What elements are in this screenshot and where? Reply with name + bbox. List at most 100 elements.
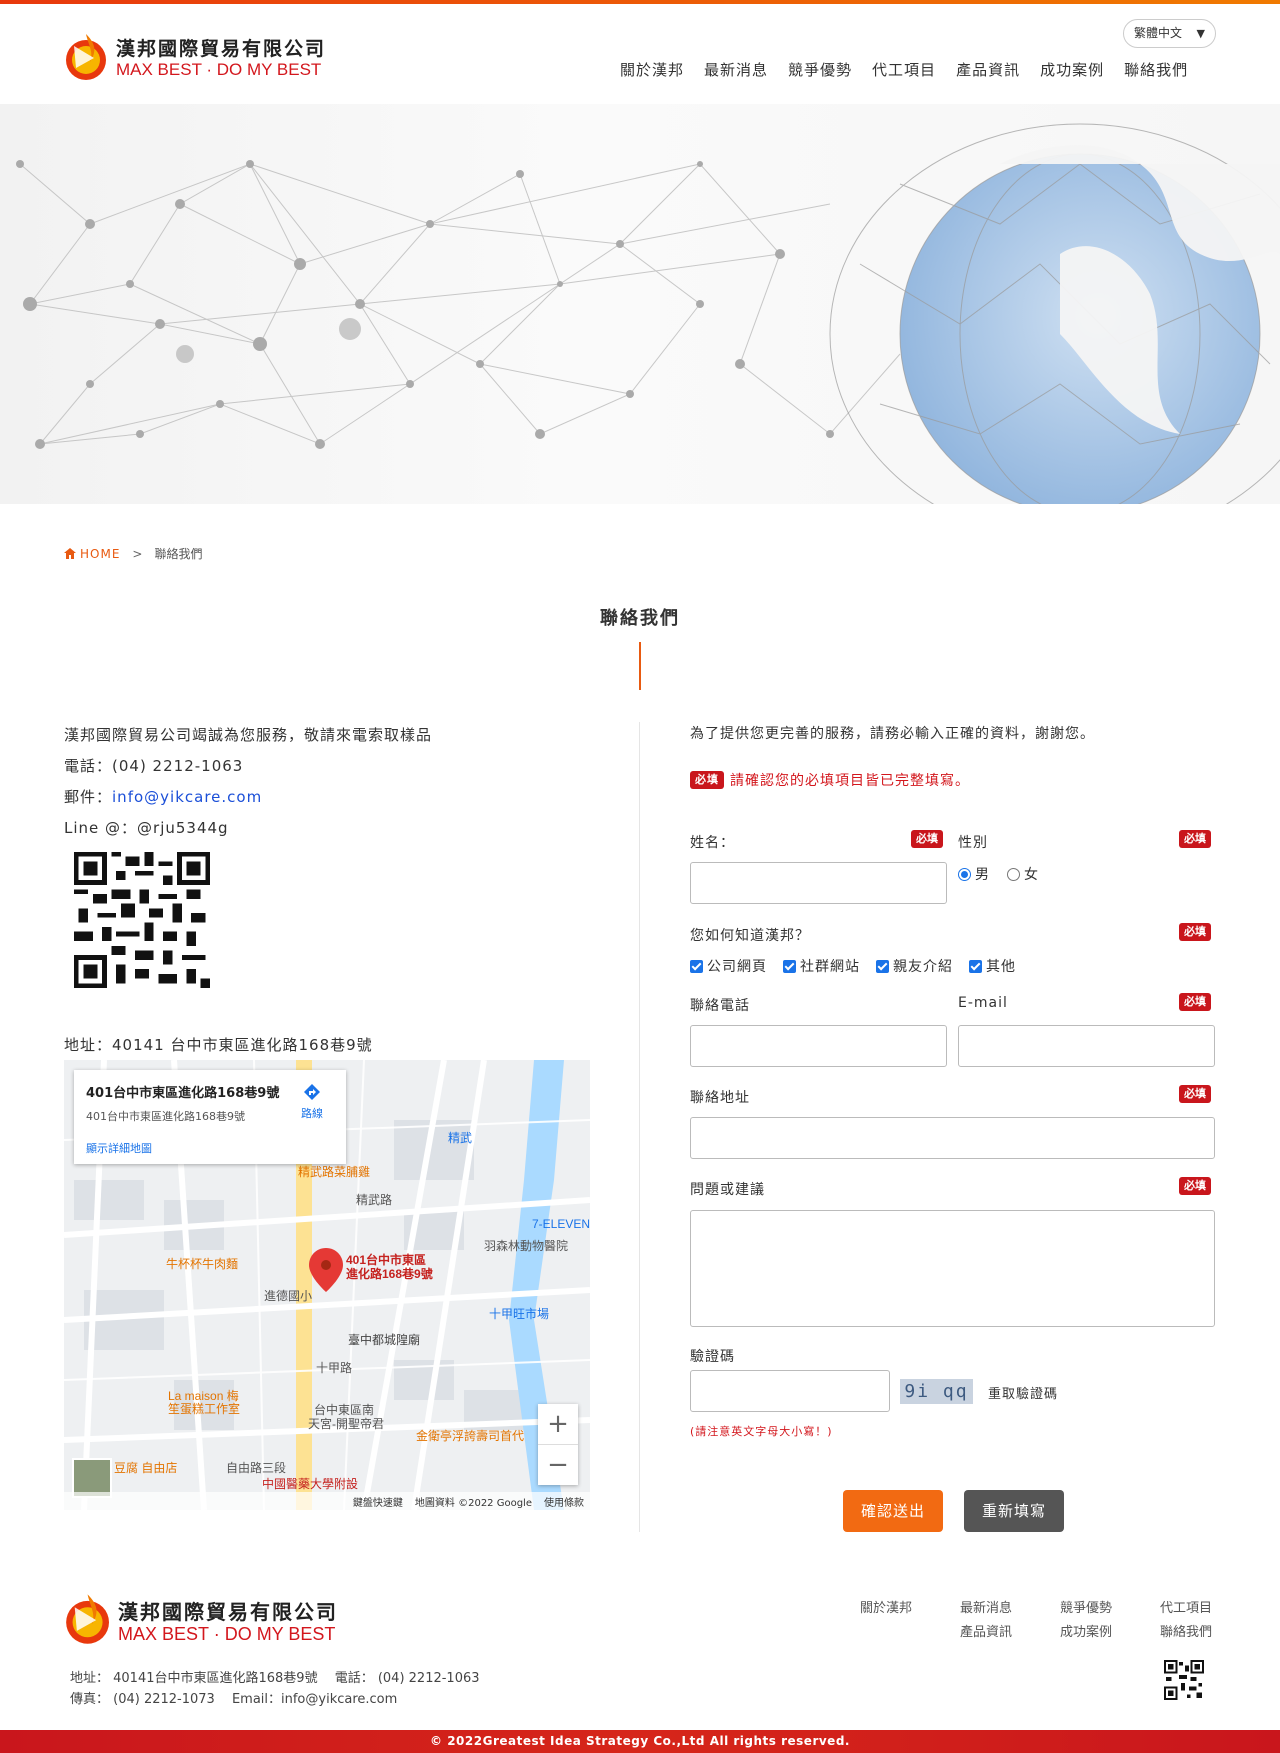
map-directions-button[interactable]: 路線 bbox=[292, 1082, 332, 1121]
captcha-label: 驗證碼 bbox=[690, 1349, 735, 1365]
source-other-label: 其他 bbox=[986, 959, 1016, 975]
footer-contact-info: 地址： 40141台中市東區進化路168巷9號 電話： (04) 2212-10… bbox=[70, 1668, 480, 1710]
address-input[interactable] bbox=[690, 1117, 1215, 1159]
language-label: 繁體中文 bbox=[1134, 26, 1183, 40]
footer-fax-line: 傳真： (04) 2212-1073 Email：info@yikcare.co… bbox=[70, 1692, 398, 1707]
nav-item-contact[interactable]: 聯絡我們 bbox=[1124, 59, 1188, 80]
footer-nav-contact[interactable]: 聯絡我們 bbox=[1160, 1621, 1220, 1640]
google-map[interactable]: 401台中市東區 進化路168巷9號 精武路菜脯雞 精武路 精武 牛杯杯牛肉麵 … bbox=[64, 1060, 590, 1510]
gender-radio-group: 男 女 bbox=[958, 864, 1038, 884]
map-place-card: 401台中市東區進化路168巷9號 401台中市東區進化路168巷9號 顯示詳細… bbox=[74, 1070, 346, 1164]
zoom-out-button[interactable]: − bbox=[538, 1445, 578, 1485]
nav-item-products[interactable]: 產品資訊 bbox=[956, 59, 1020, 80]
source-checkbox-group: 公司網頁 社群網站 親友介紹 其他 bbox=[690, 956, 1016, 976]
contact-phone: 電話：(04) 2212-1063 bbox=[64, 757, 244, 775]
required-note: 必填 請確認您的必填項目皆已完整填寫。 bbox=[690, 770, 970, 790]
site-logo[interactable]: 漢邦國際貿易有限公司 MAX BEST · DO MY BEST bbox=[64, 28, 334, 86]
footer-nav-news[interactable]: 最新消息 bbox=[960, 1597, 1060, 1616]
checkbox-website[interactable] bbox=[690, 959, 703, 973]
footer-nav-spacer bbox=[860, 1621, 960, 1639]
map-shortcuts-link[interactable]: 鍵盤快速鍵 bbox=[353, 1494, 403, 1509]
gender-option-male[interactable]: 男 bbox=[958, 864, 989, 884]
map-label-0: 精武路菜脯雞 bbox=[298, 1164, 370, 1179]
map-label-8: La maison 梅 bbox=[168, 1388, 239, 1403]
map-card-subtitle: 401台中市東區進化路168巷9號 bbox=[86, 1110, 245, 1123]
nav-item-news[interactable]: 最新消息 bbox=[704, 59, 768, 80]
submit-button[interactable]: 確認送出 bbox=[843, 1490, 943, 1532]
source-friends-label: 親友介紹 bbox=[893, 959, 953, 975]
map-label-10: 台中東區南 bbox=[314, 1402, 374, 1417]
nav-item-oem[interactable]: 代工項目 bbox=[872, 59, 936, 80]
map-label-14: 中國醫藥大學附設 bbox=[262, 1476, 358, 1491]
breadcrumb-home-label: HOME bbox=[80, 546, 121, 561]
email-required-badge: 必填 bbox=[1179, 993, 1211, 1011]
question-required-badge: 必填 bbox=[1179, 1177, 1211, 1195]
map-data-credit: 地圖資料 ©2022 Google bbox=[414, 1497, 532, 1509]
captcha-refresh-link[interactable]: 重取驗證碼 bbox=[988, 1383, 1058, 1402]
title-accent-line bbox=[639, 642, 641, 690]
chevron-down-icon: ▼ bbox=[1196, 27, 1205, 40]
directions-icon bbox=[304, 1084, 320, 1100]
map-label-1: 精武路 bbox=[356, 1192, 392, 1207]
required-note-text: 請確認您的必填項目皆已完整填寫。 bbox=[730, 773, 970, 789]
source-option-friends[interactable]: 親友介紹 bbox=[876, 956, 953, 976]
source-option-website[interactable]: 公司網頁 bbox=[690, 956, 767, 976]
footer-nav-cases[interactable]: 成功案例 bbox=[1060, 1621, 1160, 1640]
map-label-11: 天宮-開聖帝君 bbox=[308, 1416, 384, 1431]
footer-nav-advantage[interactable]: 競爭優勢 bbox=[1060, 1597, 1160, 1616]
contact-address: 地址：40141 台中市東區進化路168巷9號 bbox=[64, 1036, 373, 1054]
checkbox-social[interactable] bbox=[783, 959, 796, 973]
captcha-hint: (請注意英文字母大小寫！) bbox=[690, 1425, 833, 1438]
zoom-in-button[interactable]: + bbox=[538, 1404, 578, 1444]
top-accent-bar bbox=[0, 0, 1280, 4]
footer-nav-products[interactable]: 產品資訊 bbox=[960, 1621, 1060, 1640]
nav-item-cases[interactable]: 成功案例 bbox=[1040, 59, 1104, 80]
footer-logo[interactable]: 漢邦國際貿易有限公司 MAX BEST · DO MY BEST bbox=[64, 1588, 364, 1650]
directions-label: 路線 bbox=[301, 1107, 323, 1120]
footer-logo-slogan: MAX BEST · DO MY BEST bbox=[118, 1624, 336, 1644]
source-option-other[interactable]: 其他 bbox=[969, 956, 1016, 976]
map-zoom-control: + − bbox=[538, 1404, 578, 1485]
radio-female[interactable] bbox=[1007, 867, 1020, 881]
checkbox-friends[interactable] bbox=[876, 959, 889, 973]
nav-item-advantage[interactable]: 競爭優勢 bbox=[788, 59, 852, 80]
map-terms-link[interactable]: 使用條款 bbox=[544, 1494, 584, 1509]
footer-nav-about[interactable]: 關於漢邦 bbox=[860, 1597, 960, 1616]
email-link[interactable]: info@yikcare.com bbox=[112, 788, 262, 806]
question-textarea[interactable] bbox=[690, 1210, 1215, 1327]
breadcrumb-home[interactable]: HOME bbox=[64, 547, 120, 561]
map-footer: 鍵盤快速鍵 地圖資料 ©2022 Google 使用條款 bbox=[64, 1492, 590, 1510]
copyright-bar: © 2022Greatest Idea Strategy Co.,Ltd All… bbox=[0, 1730, 1280, 1753]
gender-male-label: 男 bbox=[975, 867, 989, 883]
logo-emblem-icon bbox=[66, 34, 106, 80]
form-lead-text: 為了提供您更完善的服務，請務必輸入正確的資料，謝謝您。 bbox=[690, 726, 1095, 742]
gender-required-badge: 必填 bbox=[1179, 830, 1211, 848]
phone-input[interactable] bbox=[690, 1025, 947, 1067]
source-option-social[interactable]: 社群網站 bbox=[783, 956, 860, 976]
checkbox-other[interactable] bbox=[969, 959, 982, 973]
name-required-badge: 必填 bbox=[911, 830, 943, 848]
radio-male[interactable] bbox=[958, 867, 971, 881]
gender-option-female[interactable]: 女 bbox=[1007, 864, 1038, 884]
map-label-3: 牛杯杯牛肉麵 bbox=[166, 1256, 238, 1271]
question-label: 問題或建議 bbox=[690, 1182, 765, 1198]
footer-logo-chinese-name: 漢邦國際貿易有限公司 bbox=[118, 1600, 338, 1624]
reset-button[interactable]: 重新填寫 bbox=[964, 1490, 1064, 1532]
email-input[interactable] bbox=[958, 1025, 1215, 1067]
map-pin-label-1: 401台中市東區 bbox=[346, 1252, 426, 1267]
gender-label: 性別 bbox=[958, 835, 988, 851]
home-icon bbox=[64, 548, 76, 559]
footer-nav-oem[interactable]: 代工項目 bbox=[1160, 1597, 1220, 1616]
logo-slogan: MAX BEST · DO MY BEST bbox=[116, 60, 322, 79]
map-larger-link[interactable]: 顯示詳細地圖 bbox=[86, 1140, 152, 1156]
phone-label: 聯絡電話 bbox=[690, 998, 750, 1014]
contact-intro: 漢邦國際貿易公司竭誠為您服務，敬請來電索取樣品 bbox=[64, 726, 433, 744]
name-input[interactable] bbox=[690, 862, 947, 904]
email-label: 郵件： bbox=[64, 788, 113, 806]
nav-item-about[interactable]: 關於漢邦 bbox=[620, 59, 684, 80]
captcha-input[interactable] bbox=[690, 1370, 890, 1412]
map-pin-label-2: 進化路168巷9號 bbox=[346, 1266, 433, 1281]
language-select[interactable]: 繁體中文 ▼ bbox=[1123, 19, 1216, 48]
logo-chinese-name: 漢邦國際貿易有限公司 bbox=[116, 38, 327, 60]
captcha-image: 9i qq bbox=[900, 1379, 973, 1404]
